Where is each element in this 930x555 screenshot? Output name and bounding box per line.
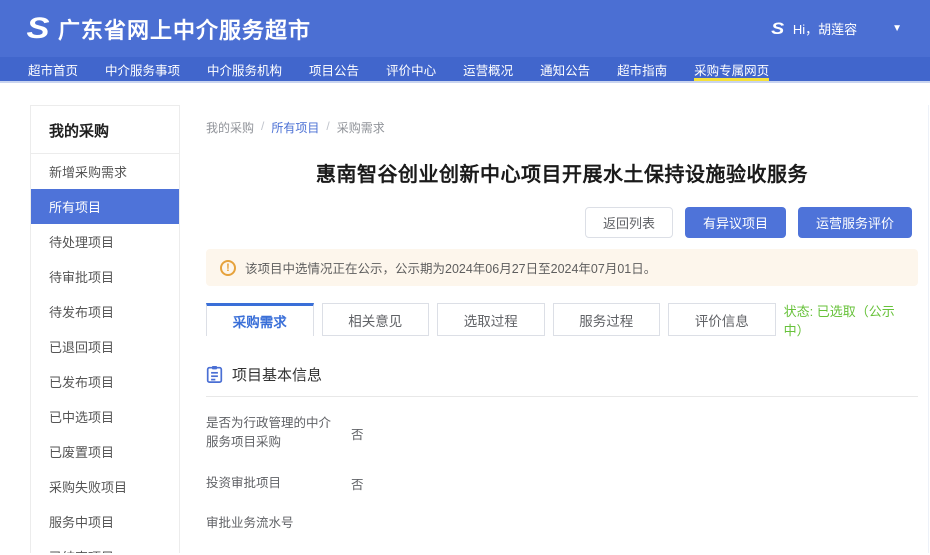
field-row-investment-approval: 投资审批项目 否 <box>206 474 918 493</box>
nav-item-home[interactable]: 超市首页 <box>28 57 78 81</box>
user-menu[interactable]: S Hi，胡莲容 ▼ <box>772 19 902 38</box>
nav-item-operation-overview[interactable]: 运营概况 <box>463 57 513 81</box>
publicity-notice-banner: ! 该项目中选情况正在公示，公示期为2024年06月27日至2024年07月01… <box>206 249 918 286</box>
disputed-project-button[interactable]: 有异议项目 <box>685 207 786 238</box>
breadcrumb-separator: / <box>326 119 329 136</box>
sidebar-item-finished[interactable]: 已结束项目 <box>31 539 179 553</box>
nav-item-service-agencies[interactable]: 中介服务机构 <box>207 57 282 81</box>
breadcrumb-my-procurement[interactable]: 我的采购 <box>206 119 254 136</box>
content-area: 我的采购 新增采购需求 所有项目 待处理项目 待审批项目 待发布项目 已退回项目… <box>0 83 930 553</box>
nav-item-project-announcements[interactable]: 项目公告 <box>309 57 359 81</box>
brand: S 广东省网上中介服务超市 <box>28 13 311 45</box>
nav-item-service-matters[interactable]: 中介服务事项 <box>105 57 180 81</box>
sidebar-item-published[interactable]: 已发布项目 <box>31 364 179 399</box>
nav-item-evaluation-center[interactable]: 评价中心 <box>386 57 436 81</box>
nav-item-guide[interactable]: 超市指南 <box>617 57 667 81</box>
sidebar-header-my-procurement: 我的采购 <box>31 106 179 154</box>
field-label: 审批业务流水号 <box>206 514 338 533</box>
nav-item-purchaser-page[interactable]: 采购专属网页 <box>694 57 769 81</box>
tab-service-process[interactable]: 服务过程 <box>553 303 661 336</box>
field-row-approval-serial-number: 审批业务流水号 <box>206 514 918 533</box>
tab-related-opinions[interactable]: 相关意见 <box>322 303 430 336</box>
tab-procurement-demand[interactable]: 采购需求 <box>206 303 314 336</box>
section-title: 项目基本信息 <box>232 364 322 385</box>
tab-selection-process[interactable]: 选取过程 <box>437 303 545 336</box>
user-logo-s-icon: S <box>772 20 785 37</box>
nav-item-notices[interactable]: 通知公告 <box>540 57 590 81</box>
sidebar-item-in-service[interactable]: 服务中项目 <box>31 504 179 539</box>
sidebar-item-all-projects[interactable]: 所有项目 <box>31 189 179 224</box>
operation-service-evaluation-button[interactable]: 运营服务评价 <box>798 207 912 238</box>
breadcrumb-procurement-demand: 采购需求 <box>337 119 385 136</box>
detail-tabs: 采购需求 相关意见 选取过程 服务过程 评价信息 状态: 已选取（公示中） <box>206 303 918 336</box>
user-greeting: Hi，胡莲容 <box>793 19 857 38</box>
field-label: 是否为行政管理的中介服务项目采购 <box>206 414 338 453</box>
chevron-down-icon[interactable]: ▼ <box>892 23 902 34</box>
section-project-basic-info: 项目基本信息 <box>206 364 918 397</box>
field-row-admin-intermediary: 是否为行政管理的中介服务项目采购 否 <box>206 414 918 453</box>
breadcrumb-all-projects[interactable]: 所有项目 <box>271 119 319 136</box>
site-title: 广东省网上中介服务超市 <box>58 13 311 45</box>
field-value: 否 <box>351 474 364 493</box>
field-value: 否 <box>351 424 364 443</box>
main-nav: 超市首页 中介服务事项 中介服务机构 项目公告 评价中心 运营概况 通知公告 超… <box>0 57 930 83</box>
action-buttons: 返回列表 有异议项目 运营服务评价 <box>206 207 918 238</box>
sidebar-item-returned[interactable]: 已退回项目 <box>31 329 179 364</box>
project-basic-info-fields: 是否为行政管理的中介服务项目采购 否 投资审批项目 否 审批业务流水号 采购项目… <box>206 414 918 555</box>
clipboard-icon <box>206 365 223 384</box>
breadcrumb: 我的采购 / 所有项目 / 采购需求 <box>206 119 918 136</box>
sidebar: 我的采购 新增采购需求 所有项目 待处理项目 待审批项目 待发布项目 已退回项目… <box>30 105 180 553</box>
sidebar-item-pending-projects[interactable]: 待处理项目 <box>31 224 179 259</box>
sidebar-item-discarded[interactable]: 已废置项目 <box>31 434 179 469</box>
notice-text: 该项目中选情况正在公示，公示期为2024年06月27日至2024年07月01日。 <box>245 258 656 277</box>
sidebar-item-new-procurement[interactable]: 新增采购需求 <box>31 154 179 189</box>
tab-evaluation-info[interactable]: 评价信息 <box>668 303 776 336</box>
field-label: 投资审批项目 <box>206 474 338 493</box>
back-to-list-button[interactable]: 返回列表 <box>585 207 673 238</box>
status-badge: 状态: 已选取（公示中） <box>784 301 918 339</box>
sidebar-item-pending-publish[interactable]: 待发布项目 <box>31 294 179 329</box>
sidebar-item-selected[interactable]: 已中选项目 <box>31 399 179 434</box>
app-header: S 广东省网上中介服务超市 S Hi，胡莲容 ▼ <box>0 0 930 57</box>
warning-circle-icon: ! <box>220 260 236 276</box>
site-logo-s-icon: S <box>26 14 49 44</box>
main-panel: 我的采购 / 所有项目 / 采购需求 惠南智谷创业创新中心项目开展水土保持设施验… <box>206 105 929 553</box>
sidebar-item-failed[interactable]: 采购失败项目 <box>31 469 179 504</box>
breadcrumb-separator: / <box>261 119 264 136</box>
sidebar-item-pending-approval[interactable]: 待审批项目 <box>31 259 179 294</box>
page-title: 惠南智谷创业创新中心项目开展水土保持设施验收服务 <box>206 158 918 187</box>
